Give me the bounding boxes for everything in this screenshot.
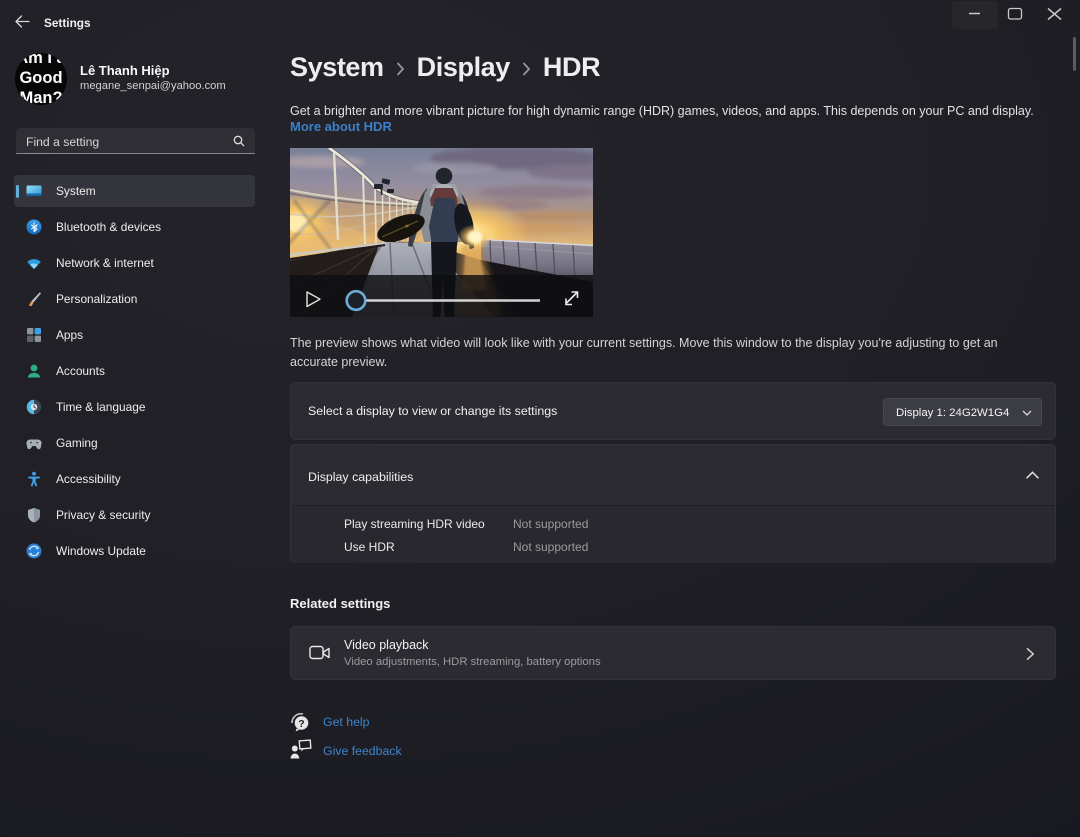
svg-text:?: ? <box>298 718 304 730</box>
